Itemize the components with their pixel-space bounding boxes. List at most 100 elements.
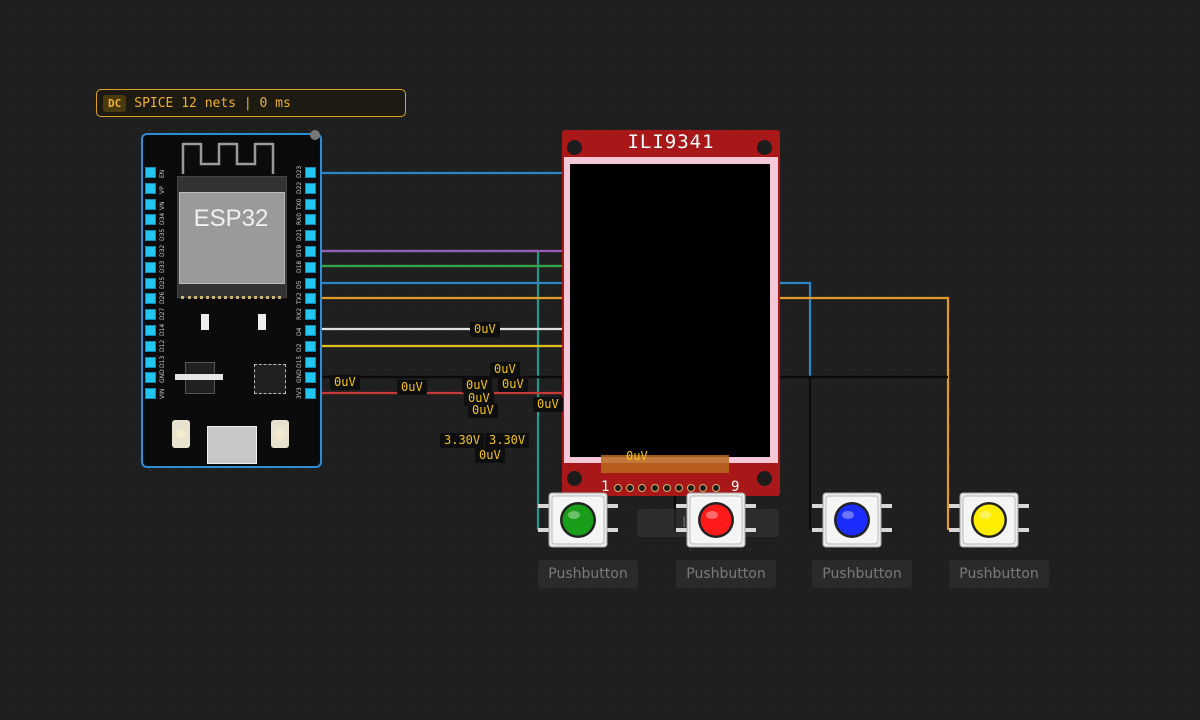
esp32-pin-tx0[interactable] <box>305 199 316 210</box>
pushbutton-label: Pushbutton <box>676 560 776 588</box>
esp32-pin-label: D35 <box>159 228 166 241</box>
module-pads <box>181 296 281 302</box>
esp32-pin-label: D23 <box>296 165 303 178</box>
pushbutton-label: Pushbutton <box>538 560 638 588</box>
esp32-pin-rx2[interactable] <box>305 309 316 320</box>
esp32-pin-d35[interactable] <box>145 230 156 241</box>
esp32-pin-label: D15 <box>296 355 303 368</box>
smd-part <box>258 314 266 330</box>
esp32-pin-label: D27 <box>159 307 166 320</box>
esp32-pin-label: D22 <box>296 181 303 194</box>
display-pin-5[interactable] <box>662 484 671 492</box>
voltage-probe: 0uV <box>490 362 520 377</box>
esp32-pin-label: VN <box>159 201 166 210</box>
esp32-pin-d18[interactable] <box>305 262 316 273</box>
esp32-pin-vin[interactable] <box>145 388 156 399</box>
esp32-pin-d12[interactable] <box>145 341 156 352</box>
voltage-probe: 0uV <box>626 449 648 463</box>
esp32-pin-label: TX2 <box>296 292 303 304</box>
esp32-pin-rx0[interactable] <box>305 214 316 225</box>
regulator-leads <box>175 374 223 380</box>
display-screen <box>570 164 770 457</box>
esp32-pin-d34[interactable] <box>145 214 156 225</box>
esp32-pin-gnd[interactable] <box>305 372 316 383</box>
esp32-pin-label: TX0 <box>296 198 303 210</box>
esp32-pin-label: EN <box>159 169 166 178</box>
mount-hole <box>757 140 772 155</box>
esp32-pin-d14[interactable] <box>145 325 156 336</box>
esp32-pin-label: D2 <box>296 343 303 352</box>
esp32-pin-d27[interactable] <box>145 309 156 320</box>
display-pin-4[interactable] <box>650 484 659 492</box>
esp32-pin-vp[interactable] <box>145 183 156 194</box>
pushbutton-label: Pushbutton <box>812 560 912 588</box>
mount-hole <box>757 471 772 486</box>
esp32-pin-d19[interactable] <box>305 246 316 257</box>
usb-uart-chip <box>254 364 286 394</box>
boot-button[interactable] <box>172 420 190 448</box>
esp32-pin-label: RX2 <box>296 307 303 320</box>
esp32-pin-gnd[interactable] <box>145 372 156 383</box>
pushbutton-2[interactable] <box>676 491 756 551</box>
simulation-mode: DC <box>103 94 127 112</box>
simulation-status-badge[interactable]: DC SPICE 12 nets | 0 ms <box>96 89 406 117</box>
voltage-probe: 0uV <box>330 375 360 390</box>
esp32-pin-label: D13 <box>159 355 166 368</box>
voltage-probe: 3.30V <box>485 433 530 448</box>
mount-hole <box>567 471 582 486</box>
esp32-pin-label: RX0 <box>296 212 303 225</box>
smd-part <box>201 314 209 330</box>
en-button[interactable] <box>271 420 289 448</box>
esp32-pin-label: D33 <box>159 260 166 273</box>
esp32-label: ESP32 <box>193 205 269 232</box>
esp32-pin-label: D4 <box>296 327 303 336</box>
esp32-pin-label: D34 <box>159 212 166 225</box>
esp32-pin-d5[interactable] <box>305 278 316 289</box>
esp32-pin-3v3[interactable] <box>305 388 316 399</box>
esp32-pin-d21[interactable] <box>305 230 316 241</box>
esp32-pin-label: VP <box>159 186 166 194</box>
esp32-pin-label: 3V3 <box>296 387 303 399</box>
pushbutton-1[interactable] <box>538 491 618 551</box>
esp32-pin-d15[interactable] <box>305 357 316 368</box>
flex-cable <box>601 455 729 473</box>
esp32-pin-label: D18 <box>296 260 303 273</box>
voltage-probe: 0uV <box>468 403 498 418</box>
esp32-pin-en[interactable] <box>145 167 156 178</box>
esp32-pin-d13[interactable] <box>145 357 156 368</box>
esp32-pin-vn[interactable] <box>145 199 156 210</box>
esp32-pin-label: GND <box>159 369 166 383</box>
voltage-probe: 0uV <box>470 322 500 337</box>
voltage-probe: 0uV <box>397 380 427 395</box>
pushbutton-4[interactable] <box>949 491 1029 551</box>
esp32-pin-d4[interactable] <box>305 325 316 336</box>
esp32-pin-label: D14 <box>159 323 166 336</box>
esp32-pin-label: D19 <box>296 244 303 257</box>
esp32-pin-d33[interactable] <box>145 262 156 273</box>
esp32-pin-label: GND <box>296 369 303 383</box>
antenna-trace-icon <box>181 142 275 174</box>
esp32-pin-d23[interactable] <box>305 167 316 178</box>
esp32-pin-label: D21 <box>296 228 303 241</box>
board-select-handle[interactable] <box>310 130 320 140</box>
esp32-pin-d32[interactable] <box>145 246 156 257</box>
simulation-status-text: SPICE 12 nets | 0 ms <box>134 95 291 111</box>
esp32-pin-label: D26 <box>159 291 166 304</box>
esp32-pin-d22[interactable] <box>305 183 316 194</box>
esp32-pin-d26[interactable] <box>145 293 156 304</box>
pushbutton-3[interactable] <box>812 491 892 551</box>
voltage-probe: 0uV <box>533 397 563 412</box>
esp32-pin-label: VIN <box>159 388 166 399</box>
esp32-pin-label: D32 <box>159 244 166 257</box>
esp32-pin-tx2[interactable] <box>305 293 316 304</box>
voltage-probe: 3.30V <box>440 433 485 448</box>
esp32-pin-label: D25 <box>159 276 166 289</box>
esp32-pin-label: D5 <box>296 280 303 289</box>
esp32-pin-d25[interactable] <box>145 278 156 289</box>
display-title: ILI9341 <box>627 131 715 153</box>
pushbutton-label: Pushbutton <box>949 560 1049 588</box>
esp32-pin-d2[interactable] <box>305 341 316 352</box>
voltage-probe: 0uV <box>475 448 505 463</box>
mount-hole <box>567 140 582 155</box>
voltage-probe: 0uV <box>498 377 528 392</box>
